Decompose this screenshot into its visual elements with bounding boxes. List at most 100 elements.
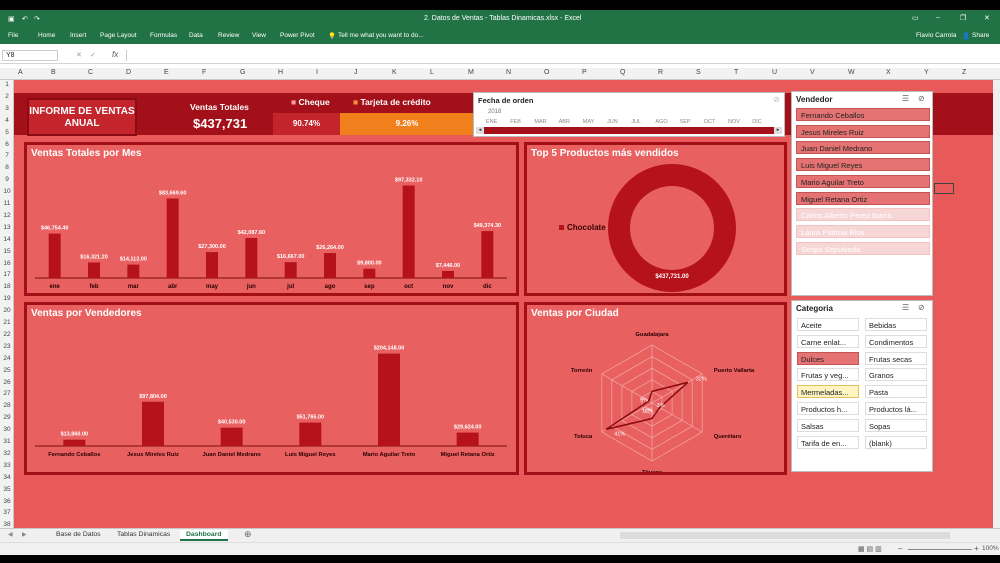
tab-home[interactable]: Home: [38, 32, 55, 39]
row-header-28[interactable]: 28: [0, 402, 14, 409]
sheet-tab-tablas[interactable]: Tablas Dinamicas: [111, 530, 176, 541]
column-header-t[interactable]: T: [734, 69, 738, 76]
row-header-21[interactable]: 21: [0, 319, 14, 326]
save-icon[interactable]: ▣: [8, 15, 15, 23]
column-header-p[interactable]: P: [582, 69, 587, 76]
vendedor-item[interactable]: Miguel Retana Ortiz: [796, 191, 930, 205]
column-header-e[interactable]: E: [164, 69, 169, 76]
row-header-35[interactable]: 35: [0, 486, 14, 493]
column-header-y[interactable]: Y: [924, 69, 929, 76]
row-header-36[interactable]: 36: [0, 498, 14, 505]
tab-power-pivot[interactable]: Power Pivot: [280, 32, 315, 39]
categoria-item[interactable]: Mermeladas...: [797, 385, 859, 399]
scroll-right-icon[interactable]: ▸: [774, 127, 782, 134]
timeline-month-jun[interactable]: JUN: [607, 119, 618, 125]
column-header-k[interactable]: K: [392, 69, 397, 76]
row-header-20[interactable]: 20: [0, 307, 14, 314]
timeline-month-ene[interactable]: ENE: [486, 119, 497, 125]
timeline-slicer[interactable]: Fecha de orden ⊘ 2018 ENE FEB MAR ABR MAY JUN…: [473, 92, 785, 137]
tell-me-box[interactable]: Tell me what you want to do...: [338, 32, 424, 39]
row-header-1[interactable]: 1: [0, 81, 14, 88]
row-header-9[interactable]: 9: [0, 176, 14, 183]
tab-page-layout[interactable]: Page Layout: [100, 32, 137, 39]
categoria-item[interactable]: Productos h...: [797, 402, 859, 415]
vendedor-item[interactable]: Mario Aguilar Treto: [796, 174, 930, 188]
timeline-month-oct[interactable]: OCT: [704, 119, 716, 125]
row-header-2[interactable]: 2: [0, 93, 14, 100]
add-sheet-icon[interactable]: ⊕: [244, 529, 252, 540]
timeline-month-mar[interactable]: MAR: [534, 119, 546, 125]
scroll-left-icon[interactable]: ◂: [476, 127, 484, 134]
column-header-l[interactable]: L: [430, 69, 434, 76]
row-header-13[interactable]: 13: [0, 224, 14, 231]
undo-icon[interactable]: ↶: [22, 15, 28, 23]
row-header-25[interactable]: 25: [0, 367, 14, 374]
share-button[interactable]: Share: [972, 32, 989, 39]
row-header-18[interactable]: 18: [0, 283, 14, 290]
column-header-d[interactable]: D: [126, 69, 131, 76]
timeline-month-may[interactable]: MAY: [583, 119, 595, 125]
column-header-o[interactable]: O: [544, 69, 549, 76]
row-header-34[interactable]: 34: [0, 474, 14, 481]
column-header-x[interactable]: X: [886, 69, 891, 76]
timeline-month-sep[interactable]: SEP: [680, 119, 691, 125]
column-header-v[interactable]: V: [810, 69, 815, 76]
categoria-item[interactable]: Carne enlat...: [797, 334, 859, 348]
column-header-h[interactable]: H: [278, 69, 283, 76]
zoom-out-icon[interactable]: –: [898, 544, 902, 553]
column-header-a[interactable]: A: [18, 69, 23, 76]
clear-filter-icon[interactable]: ⊘: [773, 95, 780, 104]
row-header-19[interactable]: 19: [0, 295, 14, 302]
row-header-32[interactable]: 32: [0, 450, 14, 457]
ribbon-display-icon[interactable]: ▭: [912, 14, 919, 22]
timeline-month-ago[interactable]: AGO: [655, 119, 667, 125]
vendedor-item[interactable]: Fernando Ceballos: [796, 108, 930, 121]
vendedor-item[interactable]: Laura Patricia Rios: [796, 224, 930, 238]
tab-formulas[interactable]: Formulas: [150, 32, 177, 39]
column-header-f[interactable]: F: [202, 69, 206, 76]
enter-icon[interactable]: ✓: [90, 51, 96, 59]
active-cell[interactable]: [934, 183, 954, 194]
tab-file[interactable]: File: [8, 32, 18, 39]
categoria-item[interactable]: Aceite: [797, 318, 859, 331]
column-header-m[interactable]: M: [468, 69, 474, 76]
tab-insert[interactable]: Insert: [70, 32, 86, 39]
row-header-10[interactable]: 10: [0, 188, 14, 195]
vendedor-item[interactable]: Juan Daniel Medrano: [796, 141, 930, 155]
categoria-slicer[interactable]: Categoria ☰ ⊘ Aceite Bebidas Carne enlat..…: [791, 300, 933, 472]
column-header-z[interactable]: Z: [962, 69, 966, 76]
row-header-23[interactable]: 23: [0, 343, 14, 350]
sheet-tab-base-datos[interactable]: Base de Datos: [50, 530, 107, 541]
column-header-r[interactable]: R: [658, 69, 663, 76]
row-header-37[interactable]: 37: [0, 509, 14, 516]
row-header-4[interactable]: 4: [0, 117, 14, 124]
row-header-6[interactable]: 6: [0, 141, 14, 148]
categoria-item[interactable]: Frutas secas: [865, 351, 927, 365]
user-name[interactable]: Flavio Carrola: [916, 32, 956, 39]
timeline-month-abr[interactable]: ABR: [559, 119, 570, 125]
column-header-c[interactable]: C: [88, 69, 93, 76]
vendedor-item[interactable]: Luis Miguel Reyes: [796, 158, 930, 172]
dashboard-sheet[interactable]: INFORME DE VENTAS ANUAL Ventas Totales $…: [14, 80, 993, 532]
tab-review[interactable]: Review: [218, 32, 239, 39]
row-header-14[interactable]: 14: [0, 236, 14, 243]
row-header-29[interactable]: 29: [0, 414, 14, 421]
categoria-item[interactable]: Tarifa de en...: [797, 435, 859, 449]
column-header-q[interactable]: Q: [620, 69, 625, 76]
row-header-16[interactable]: 16: [0, 260, 14, 267]
column-header-j[interactable]: J: [354, 69, 358, 76]
row-header-26[interactable]: 26: [0, 379, 14, 386]
timeline-month-dic[interactable]: DIC: [752, 119, 761, 125]
categoria-item[interactable]: Bebidas: [865, 318, 927, 331]
close-icon[interactable]: ✕: [984, 14, 990, 22]
categoria-item[interactable]: Productos lá...: [865, 402, 927, 415]
row-header-22[interactable]: 22: [0, 331, 14, 338]
categoria-item[interactable]: Frutas y veg...: [797, 368, 859, 382]
row-header-11[interactable]: 11: [0, 200, 14, 207]
row-header-30[interactable]: 30: [0, 426, 14, 433]
multi-select-icon[interactable]: ☰: [902, 303, 909, 312]
row-header-15[interactable]: 15: [0, 248, 14, 255]
minimize-icon[interactable]: –: [936, 14, 940, 21]
clear-filter-icon[interactable]: ⊘: [918, 94, 925, 103]
share-icon[interactable]: 👤: [962, 32, 970, 40]
